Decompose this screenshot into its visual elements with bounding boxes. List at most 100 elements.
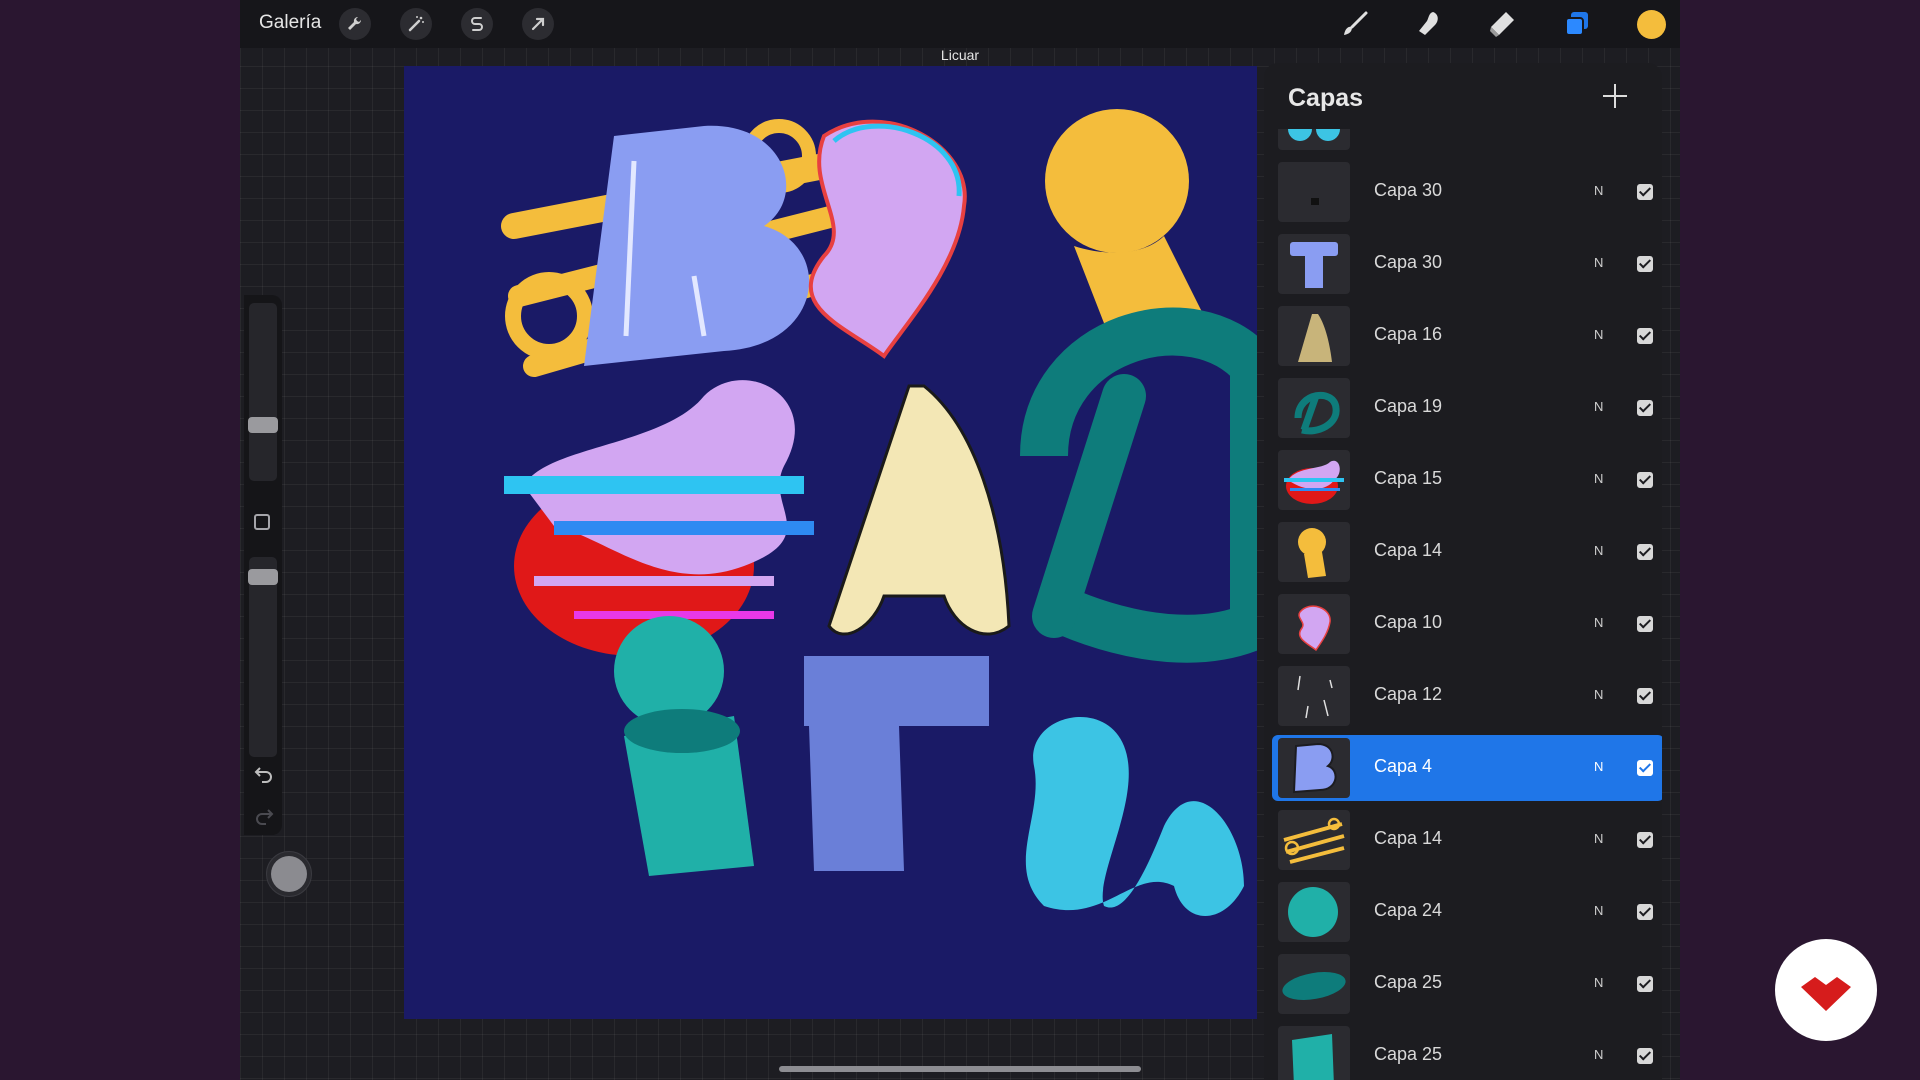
blend-mode[interactable]: N xyxy=(1594,831,1603,846)
modify-button[interactable] xyxy=(254,514,270,530)
home-indicator xyxy=(779,1066,1141,1072)
visibility-checkbox[interactable] xyxy=(1637,184,1653,200)
top-toolbar: Galería xyxy=(240,0,1680,48)
layer-row[interactable]: Capa 30 N xyxy=(1272,159,1662,225)
blend-mode[interactable]: N xyxy=(1594,687,1603,702)
layers-panel-title: Capas xyxy=(1288,84,1364,112)
letter-t-grid xyxy=(804,656,989,871)
visibility-checkbox[interactable] xyxy=(1637,904,1653,920)
layer-thumbnail xyxy=(1278,234,1350,294)
visibility-checkbox[interactable] xyxy=(1637,688,1653,704)
blend-mode[interactable]: N xyxy=(1594,759,1603,774)
letter-n-cyan xyxy=(1025,717,1244,916)
visibility-checkbox[interactable] xyxy=(1637,760,1653,776)
magic-wand-icon[interactable] xyxy=(400,8,432,40)
eraser-icon[interactable] xyxy=(1484,6,1520,42)
layer-name: Capa 14 xyxy=(1374,828,1443,848)
canvas-artwork[interactable] xyxy=(404,66,1257,1019)
layer-thumbnail xyxy=(1278,594,1350,654)
blend-mode[interactable]: N xyxy=(1594,471,1603,486)
selection-s-icon[interactable] xyxy=(461,8,493,40)
letter-b-shape xyxy=(584,125,810,366)
layer-thumbnail xyxy=(1278,378,1350,438)
layer-row[interactable]: Capa 30 N xyxy=(1272,231,1662,297)
teal-i-dot xyxy=(614,616,724,726)
yellow-i-shape xyxy=(1045,109,1189,253)
layer-name: Capa 16 xyxy=(1374,324,1443,344)
color-swatch[interactable] xyxy=(1633,6,1669,42)
visibility-checkbox[interactable] xyxy=(1637,976,1653,992)
blend-mode[interactable]: N xyxy=(1594,615,1603,630)
layer-thumbnail xyxy=(1278,522,1350,582)
layer-name: Capa 4 xyxy=(1374,756,1433,776)
blend-mode[interactable]: N xyxy=(1594,1047,1603,1062)
layer-thumbnail xyxy=(1278,450,1350,510)
visibility-checkbox[interactable] xyxy=(1637,328,1653,344)
layer-thumbnail xyxy=(1278,666,1350,726)
layer-row[interactable]: Capa 19 N xyxy=(1272,375,1662,441)
visibility-checkbox[interactable] xyxy=(1637,256,1653,272)
layer-thumbnail xyxy=(1278,954,1350,1014)
smudge-icon[interactable] xyxy=(1410,6,1446,42)
layer-name: Capa 30 xyxy=(1374,252,1443,272)
plus-icon[interactable] xyxy=(1602,83,1628,109)
layer-thumbnail xyxy=(1278,882,1350,942)
transform-arrow-icon[interactable] xyxy=(522,8,554,40)
letter-a-leopard xyxy=(827,384,1011,636)
brush-size-handle[interactable] xyxy=(248,417,278,433)
blend-mode[interactable]: N xyxy=(1594,975,1603,990)
layer-row[interactable]: Capa 14 N xyxy=(1272,519,1662,585)
quick-menu-button[interactable] xyxy=(266,851,312,897)
active-mode-label: Licuar xyxy=(940,47,980,63)
layer-name: Capa 10 xyxy=(1374,612,1443,632)
opacity-slider[interactable] xyxy=(249,557,277,757)
layers-icon[interactable] xyxy=(1559,6,1595,42)
layer-name: Capa 15 xyxy=(1374,468,1443,488)
letter-a-lilac xyxy=(808,119,967,359)
layer-thumbnail xyxy=(1278,738,1350,798)
redo-icon[interactable] xyxy=(254,805,274,830)
blend-mode[interactable]: N xyxy=(1594,399,1603,414)
layer-thumbnail xyxy=(1278,810,1350,870)
visibility-checkbox[interactable] xyxy=(1637,400,1653,416)
glitch-ampersand xyxy=(504,380,814,656)
layer-thumbnail xyxy=(1278,1026,1350,1080)
visibility-checkbox[interactable] xyxy=(1637,544,1653,560)
gallery-button[interactable]: Galería xyxy=(259,12,321,34)
blend-mode[interactable]: N xyxy=(1594,255,1603,270)
layer-row[interactable]: Capa 10 N xyxy=(1272,591,1662,657)
layer-row[interactable]: Capa 24 N xyxy=(1272,879,1662,945)
left-sidebar xyxy=(244,295,282,835)
layer-row[interactable]: Capa 25 N xyxy=(1272,951,1662,1017)
layer-thumbnail xyxy=(1278,306,1350,366)
undo-icon[interactable] xyxy=(254,763,274,788)
visibility-checkbox[interactable] xyxy=(1637,832,1653,848)
layer-thumbnail xyxy=(1278,162,1350,222)
layer-row[interactable]: Capa 25 N xyxy=(1272,1023,1662,1080)
procreate-app: Galería Licuar Capas Capa 30 N Capa 30 N… xyxy=(240,0,1680,1080)
brand-logo xyxy=(1775,939,1877,1041)
visibility-checkbox[interactable] xyxy=(1637,472,1653,488)
blend-mode[interactable]: N xyxy=(1594,903,1603,918)
opacity-handle[interactable] xyxy=(248,569,278,585)
wrench-icon[interactable] xyxy=(339,8,371,40)
layer-row[interactable]: Capa 12 N xyxy=(1272,663,1662,729)
visibility-checkbox[interactable] xyxy=(1637,616,1653,632)
layer-row[interactable]: Capa 14 N xyxy=(1272,807,1662,873)
brush-size-slider[interactable] xyxy=(249,303,277,481)
layer-name: Capa 25 xyxy=(1374,1044,1443,1064)
blend-mode[interactable]: N xyxy=(1594,183,1603,198)
layer-row[interactable]: Capa 15 N xyxy=(1272,447,1662,513)
layer-name: Capa 14 xyxy=(1374,540,1443,560)
blend-mode[interactable]: N xyxy=(1594,543,1603,558)
layers-panel: Capas Capa 30 N Capa 30 N Capa 16 N Capa… xyxy=(1264,63,1662,1080)
brush-icon[interactable] xyxy=(1337,6,1373,42)
blend-mode[interactable]: N xyxy=(1594,327,1603,342)
layer-name: Capa 12 xyxy=(1374,684,1443,704)
layer-row[interactable]: Capa 16 N xyxy=(1272,303,1662,369)
layer-row-selected[interactable]: Capa 4 N xyxy=(1272,735,1662,801)
layer-name: Capa 30 xyxy=(1374,180,1443,200)
partial-layer-thumbnail xyxy=(1278,129,1350,150)
visibility-checkbox[interactable] xyxy=(1637,1048,1653,1064)
layer-name: Capa 19 xyxy=(1374,396,1443,416)
